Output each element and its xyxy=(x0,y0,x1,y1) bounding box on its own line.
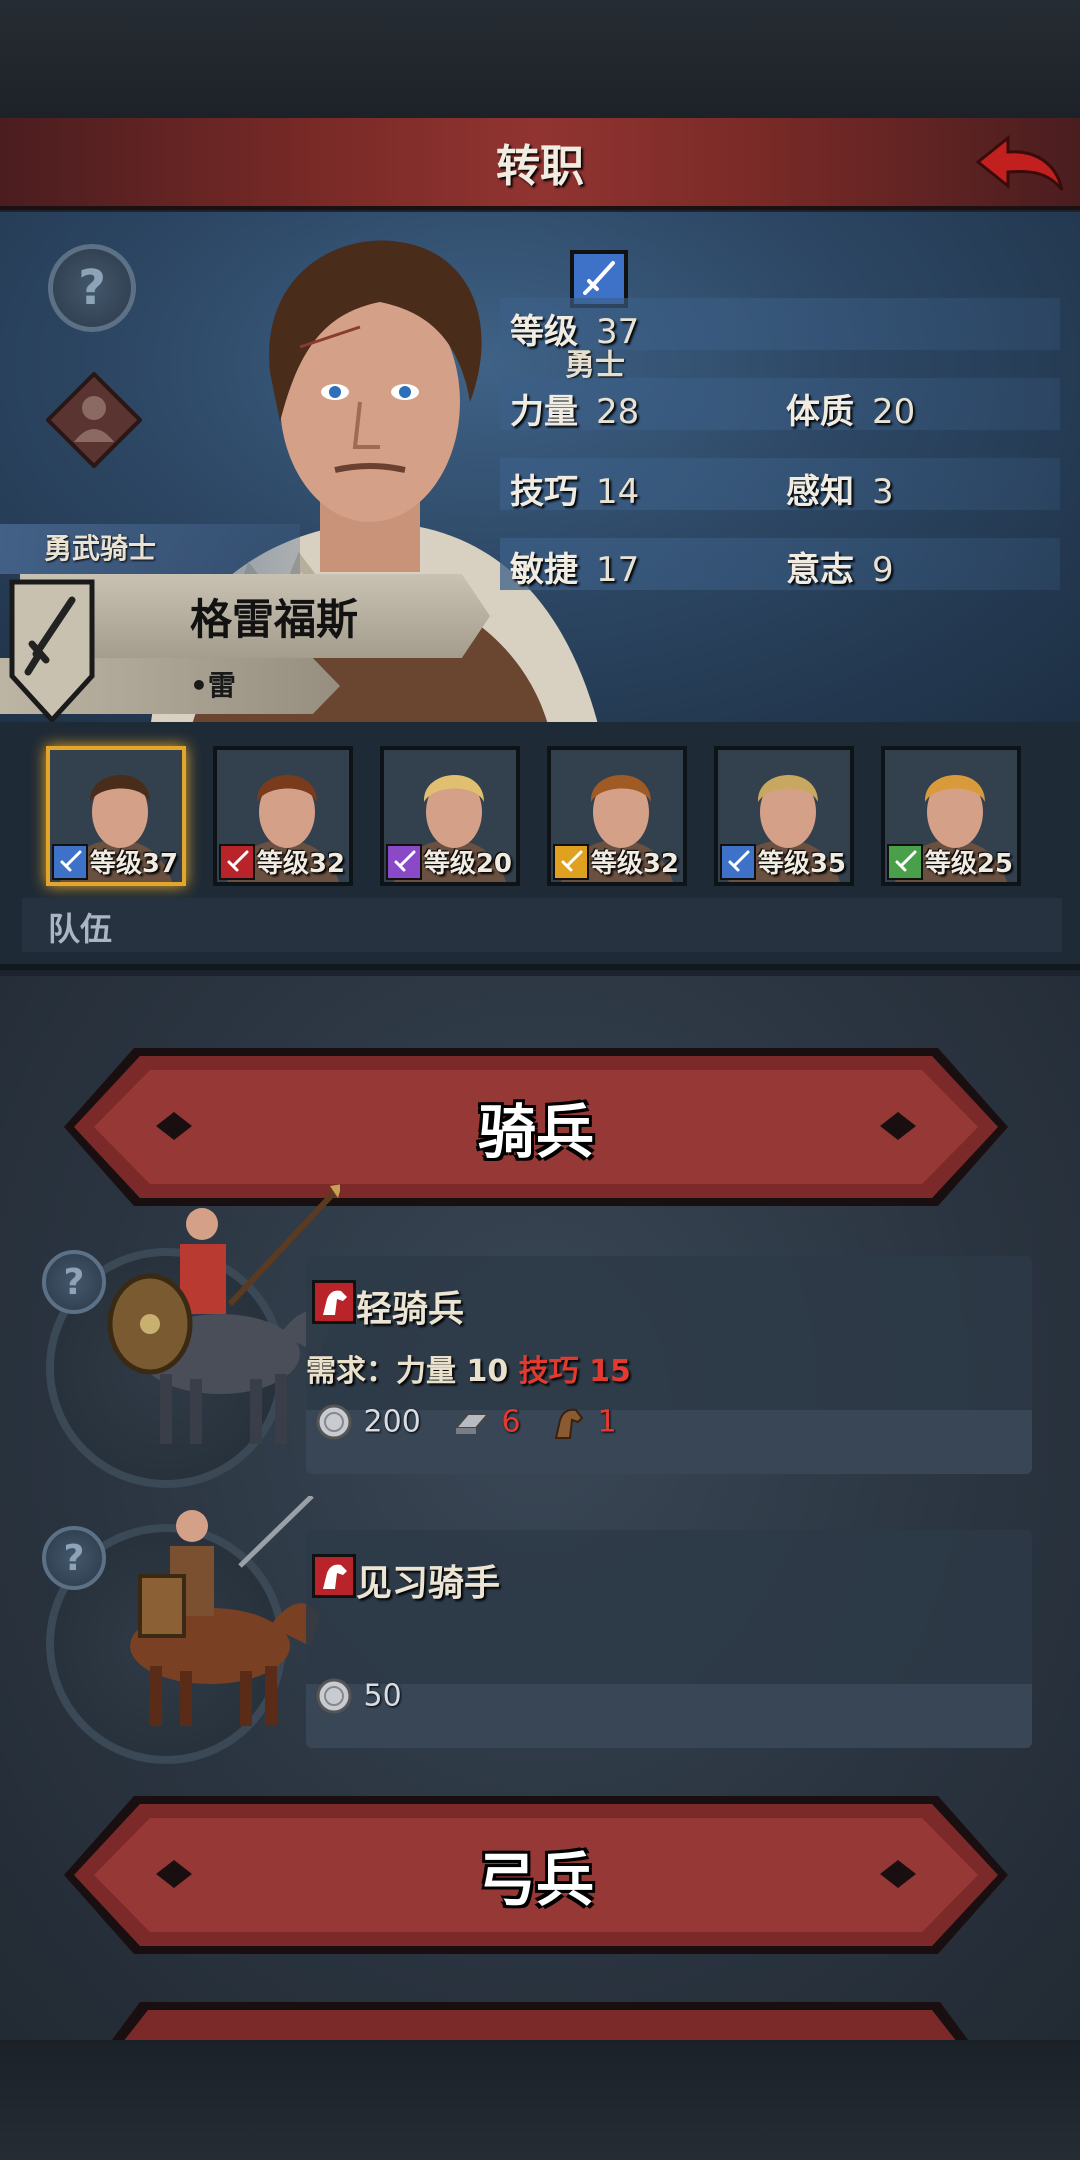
member-class-icon xyxy=(52,844,88,880)
team-member-slot[interactable]: 等级20 xyxy=(380,746,520,886)
hero-panel: ? 勇士 等级 37 力量 28 体质 20 技巧 14 感知 3 敏捷 17 意志 9 勇武… xyxy=(0,212,1080,722)
recruit-area: 骑兵 ? 轻骑兵 需求：力量 10 技巧 15 200 6 1 ? 见习骑手 5… xyxy=(0,976,1080,2040)
team-member-slot[interactable]: 等级25 xyxy=(881,746,1021,886)
stat-agility: 敏捷 17 xyxy=(510,550,640,590)
unit-help-button[interactable]: ? xyxy=(42,1250,106,1314)
cost-iron: 6 xyxy=(452,1402,521,1442)
team-member-slot[interactable]: 等级35 xyxy=(714,746,854,886)
team-panel: 等级37 等级32 等级20 等级32 等级35 等级25 队伍 xyxy=(0,722,1080,970)
member-level: 等级25 xyxy=(924,849,1013,879)
help-button[interactable]: ? xyxy=(48,244,136,332)
horse-class-icon xyxy=(312,1280,356,1324)
team-label-bar xyxy=(22,898,1062,952)
shield-emblem-icon xyxy=(9,579,95,722)
horse-head-icon xyxy=(554,1408,584,1439)
member-class-icon xyxy=(720,844,756,880)
member-class-icon xyxy=(219,844,255,880)
team-member-slot[interactable]: 等级37 xyxy=(46,746,186,886)
team-member-slot[interactable]: 等级32 xyxy=(213,746,353,886)
back-arrow-icon xyxy=(975,134,1064,191)
member-level: 等级35 xyxy=(757,849,846,879)
member-class-icon xyxy=(386,844,422,880)
stat-strength: 力量 28 xyxy=(510,392,640,432)
stat-skill: 技巧 14 xyxy=(510,472,640,512)
stat-constitution: 体质 20 xyxy=(786,392,916,432)
stat-will: 意志 9 xyxy=(786,550,894,590)
unit-name: 见习骑手 xyxy=(356,1563,501,1604)
team-label: 队伍 xyxy=(48,910,113,948)
team-member-slot[interactable]: 等级32 xyxy=(547,746,687,886)
cost-horse: 1 xyxy=(548,1402,617,1442)
section-archer-title: 弓兵 xyxy=(477,1846,594,1914)
light-cavalry-sprite[interactable] xyxy=(80,1184,340,1454)
member-level: 等级37 xyxy=(89,849,178,879)
silver-coin-icon xyxy=(316,1678,352,1714)
member-level: 等级32 xyxy=(590,849,679,879)
hero-title: 勇武骑士 xyxy=(0,524,300,574)
section-archer-banner[interactable]: 弓兵 xyxy=(64,1790,1008,1960)
navigation-bar-area xyxy=(0,2040,1080,2160)
cost-silver: 200 xyxy=(314,1402,421,1442)
member-class-icon xyxy=(887,844,923,880)
member-class-icon xyxy=(553,844,589,880)
iron-ingot-icon xyxy=(453,1413,491,1434)
title-bar: 转职 xyxy=(0,118,1080,210)
unit-type-icon[interactable] xyxy=(46,372,142,468)
back-button[interactable] xyxy=(974,128,1066,200)
cost-silver: 50 xyxy=(314,1676,402,1716)
status-bar-area xyxy=(0,0,1080,118)
page-title: 转职 xyxy=(496,141,584,192)
cost-strip xyxy=(306,1684,1032,1748)
squire-rider-sprite[interactable] xyxy=(80,1496,320,1736)
unit-name: 轻骑兵 xyxy=(356,1289,465,1330)
silver-coin-icon xyxy=(316,1404,352,1440)
requirements: 需求：力量 10 技巧 15 xyxy=(306,1354,631,1389)
horse-class-icon xyxy=(312,1554,356,1598)
stat-perception: 感知 3 xyxy=(786,472,894,512)
member-level: 等级32 xyxy=(256,849,345,879)
stat-level: 等级 37 xyxy=(510,312,640,352)
sword-icon xyxy=(583,261,615,295)
next-section-banner-edge xyxy=(111,2002,969,2040)
member-level: 等级20 xyxy=(423,849,512,879)
unit-help-button[interactable]: ? xyxy=(42,1526,106,1590)
